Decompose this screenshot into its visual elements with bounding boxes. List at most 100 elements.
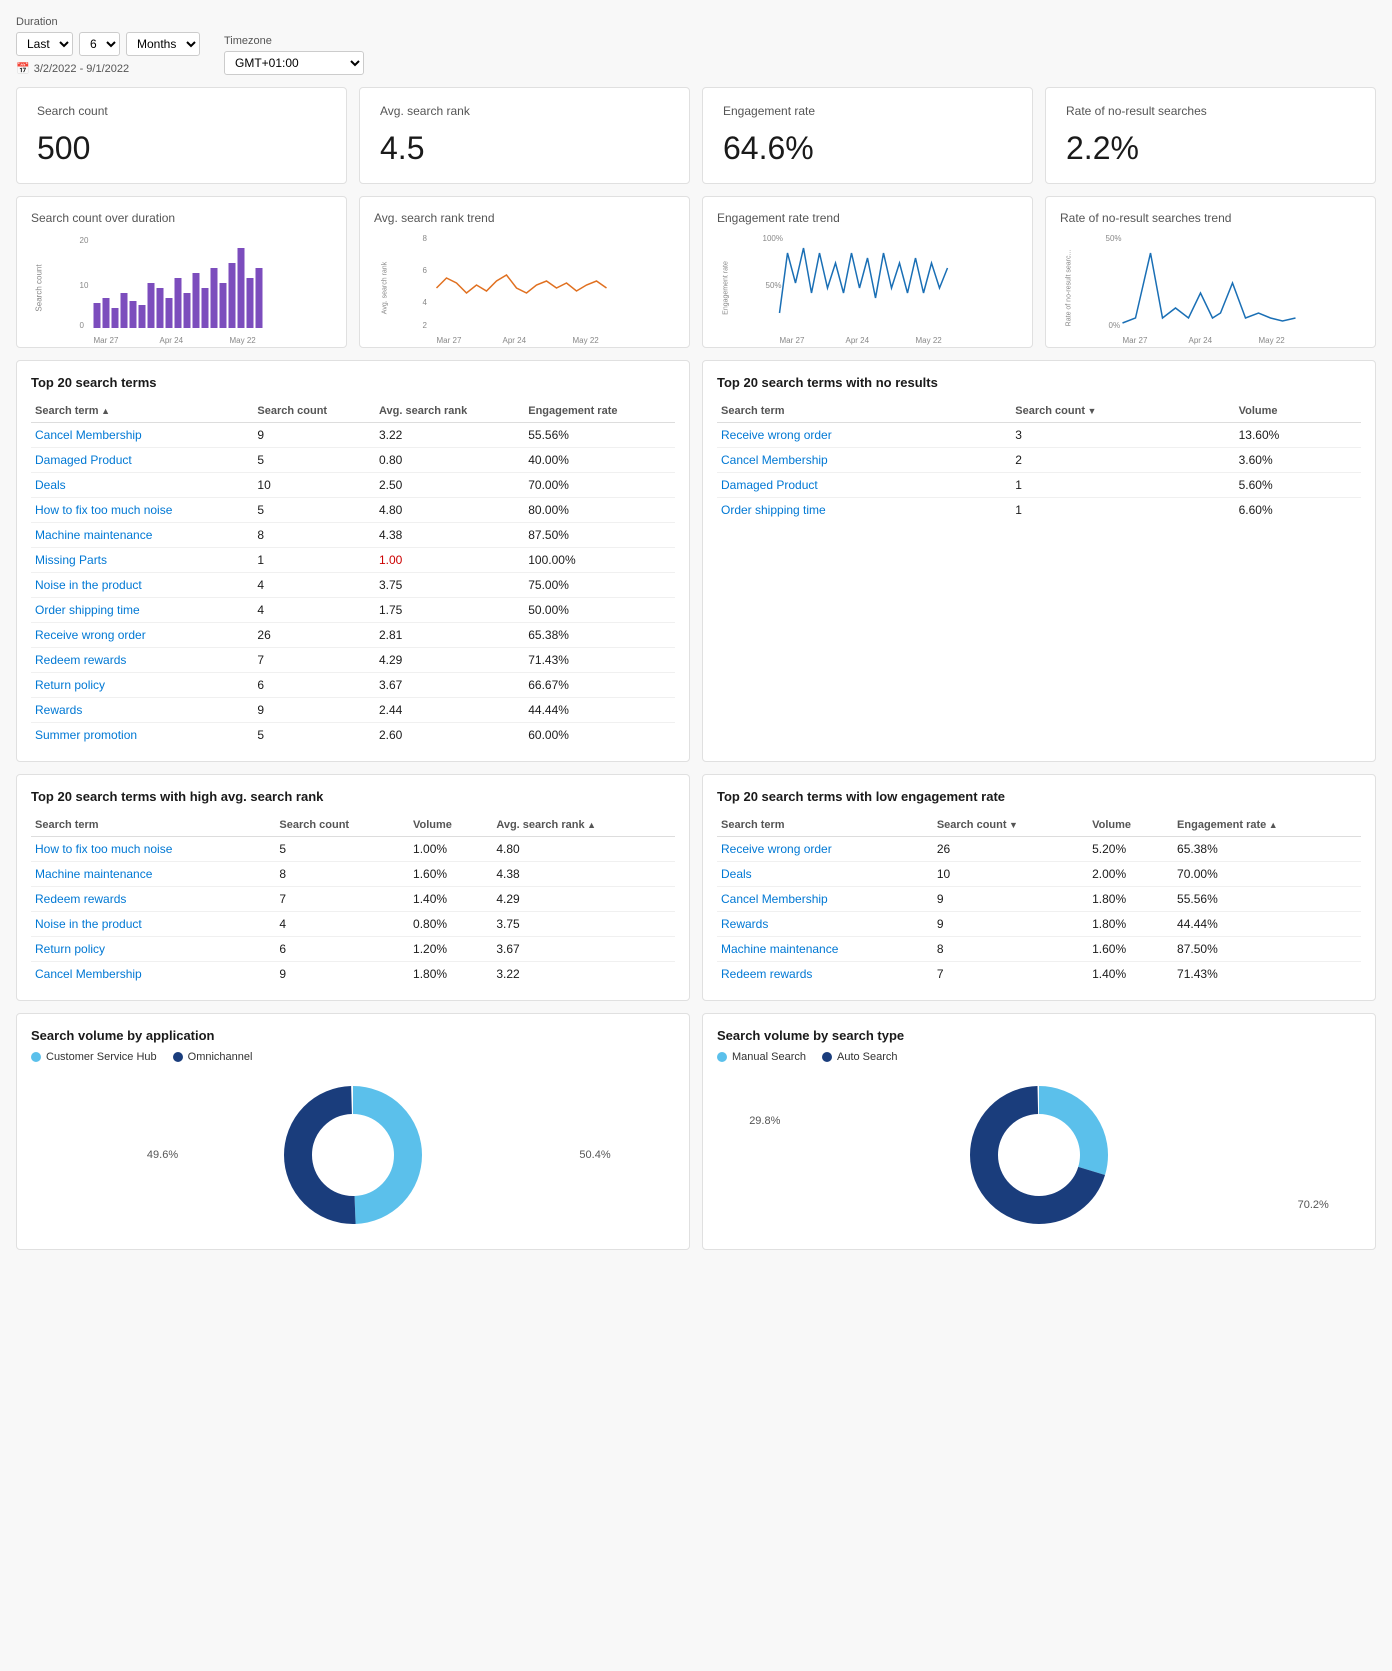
- duration-filter-group: Duration Last 6 Months 📅 3/2/2022 - 9/1/…: [16, 16, 200, 75]
- legend-item-auto: Auto Search: [822, 1051, 898, 1063]
- rank-cell: 3.22: [492, 962, 675, 987]
- volume-cell: 1.60%: [409, 862, 492, 887]
- table-row: Receive wrong order 26 2.81 65.38%: [31, 623, 675, 648]
- col-engagement[interactable]: Engagement rate: [524, 400, 675, 423]
- engagement-cell: 71.43%: [1173, 962, 1361, 987]
- col-avg-rank[interactable]: Avg. search rank: [492, 814, 675, 837]
- term-cell[interactable]: Summer promotion: [31, 723, 253, 748]
- top20-terms-card: Top 20 search terms Search term Search c…: [16, 360, 690, 762]
- metric-card-search-count: Search count 500: [16, 87, 347, 184]
- count-cell: 26: [933, 837, 1088, 862]
- rank-cell: 3.75: [375, 573, 524, 598]
- engagement-cell: 70.00%: [1173, 862, 1361, 887]
- count-cell: 5: [253, 448, 375, 473]
- rank-cell: 3.22: [375, 423, 524, 448]
- term-cell[interactable]: Cancel Membership: [717, 448, 1011, 473]
- high-rank-scroll[interactable]: Search term Search count Volume Avg. sea…: [31, 814, 675, 986]
- filter-bar: Duration Last 6 Months 📅 3/2/2022 - 9/1/…: [16, 16, 1376, 75]
- term-cell[interactable]: Machine maintenance: [31, 862, 275, 887]
- term-cell[interactable]: Receive wrong order: [717, 837, 933, 862]
- chart-title-search-count: Search count over duration: [31, 211, 332, 225]
- term-cell[interactable]: Noise in the product: [31, 912, 275, 937]
- period-value-select[interactable]: 6: [79, 32, 120, 56]
- term-cell[interactable]: Missing Parts: [31, 548, 253, 573]
- table-row: Deals 10 2.00% 70.00%: [717, 862, 1361, 887]
- table-row: Redeem rewards 7 1.40% 71.43%: [717, 962, 1361, 987]
- term-cell[interactable]: Deals: [717, 862, 933, 887]
- term-cell[interactable]: Order shipping time: [31, 598, 253, 623]
- table-row: Damaged Product 5 0.80 40.00%: [31, 448, 675, 473]
- table-row: Cancel Membership 2 3.60%: [717, 448, 1361, 473]
- period-type-select[interactable]: Last: [16, 32, 73, 56]
- engagement-cell: 55.56%: [1173, 887, 1361, 912]
- term-cell[interactable]: How to fix too much noise: [31, 837, 275, 862]
- term-cell[interactable]: Redeem rewards: [31, 648, 253, 673]
- volume-cell: 13.60%: [1235, 423, 1361, 448]
- rank-cell: 3.75: [492, 912, 675, 937]
- term-cell[interactable]: Damaged Product: [717, 473, 1011, 498]
- table-row: How to fix too much noise 5 1.00% 4.80: [31, 837, 675, 862]
- term-cell[interactable]: Rewards: [31, 698, 253, 723]
- volume-cell: 0.80%: [409, 912, 492, 937]
- term-cell[interactable]: Receive wrong order: [31, 623, 253, 648]
- charts-row: Search count over duration Search count …: [16, 196, 1376, 348]
- col-search-term[interactable]: Search term: [31, 400, 253, 423]
- count-cell: 10: [933, 862, 1088, 887]
- legend-item-omni: Omnichannel: [173, 1051, 253, 1063]
- term-cell[interactable]: Return policy: [31, 673, 253, 698]
- timezone-row: GMT+01:00: [224, 51, 364, 75]
- term-cell[interactable]: How to fix too much noise: [31, 498, 253, 523]
- term-cell[interactable]: Redeem rewards: [717, 962, 933, 987]
- period-unit-select[interactable]: Months: [126, 32, 200, 56]
- term-cell[interactable]: Redeem rewards: [31, 887, 275, 912]
- col-search-count[interactable]: Search count: [275, 814, 409, 837]
- table-row: Cancel Membership 9 1.80% 3.22: [31, 962, 675, 987]
- col-engagement[interactable]: Engagement rate: [1173, 814, 1361, 837]
- term-cell[interactable]: Cancel Membership: [31, 423, 253, 448]
- svg-text:Search count: Search count: [35, 264, 44, 312]
- col-volume[interactable]: Volume: [409, 814, 492, 837]
- col-avg-rank[interactable]: Avg. search rank: [375, 400, 524, 423]
- low-engagement-scroll[interactable]: Search term Search count Volume Engageme…: [717, 814, 1361, 986]
- pie-label-manual: 29.8%: [749, 1115, 780, 1127]
- col-search-count[interactable]: Search count: [253, 400, 375, 423]
- duration-row: Last 6 Months: [16, 32, 200, 56]
- metrics-row: Search count 500 Avg. search rank 4.5 En…: [16, 87, 1376, 184]
- col-search-term[interactable]: Search term: [717, 400, 1011, 423]
- term-cell[interactable]: Damaged Product: [31, 448, 253, 473]
- term-cell[interactable]: Receive wrong order: [717, 423, 1011, 448]
- rank-cell: 4.38: [492, 862, 675, 887]
- engagement-cell: 44.44%: [1173, 912, 1361, 937]
- svg-text:Mar 27: Mar 27: [437, 336, 462, 345]
- count-cell: 7: [933, 962, 1088, 987]
- engagement-cell: 75.00%: [524, 573, 675, 598]
- svg-text:100%: 100%: [763, 234, 783, 243]
- volume-cell: 6.60%: [1235, 498, 1361, 523]
- count-cell: 5: [253, 498, 375, 523]
- timezone-select[interactable]: GMT+01:00: [224, 51, 364, 75]
- table-row: Damaged Product 1 5.60%: [717, 473, 1361, 498]
- term-cell[interactable]: Machine maintenance: [31, 523, 253, 548]
- table-row: Noise in the product 4 0.80% 3.75: [31, 912, 675, 937]
- col-search-count[interactable]: Search count: [1011, 400, 1234, 423]
- col-volume[interactable]: Volume: [1235, 400, 1361, 423]
- volume-cell: 1.60%: [1088, 937, 1173, 962]
- term-cell[interactable]: Return policy: [31, 937, 275, 962]
- engagement-cell: 55.56%: [524, 423, 675, 448]
- term-cell[interactable]: Rewards: [717, 912, 933, 937]
- volume-cell: 5.60%: [1235, 473, 1361, 498]
- term-cell[interactable]: Order shipping time: [717, 498, 1011, 523]
- term-cell[interactable]: Cancel Membership: [31, 962, 275, 987]
- col-search-term[interactable]: Search term: [717, 814, 933, 837]
- term-cell[interactable]: Noise in the product: [31, 573, 253, 598]
- rank-cell: 0.80: [375, 448, 524, 473]
- col-search-term[interactable]: Search term: [31, 814, 275, 837]
- table-header-row: Search term Search count Volume Avg. sea…: [31, 814, 675, 837]
- chart-area-avg-rank: 8 6 4 2 Avg. search rank Mar 27 Apr 24 M…: [374, 233, 675, 333]
- term-cell[interactable]: Machine maintenance: [717, 937, 933, 962]
- term-cell[interactable]: Deals: [31, 473, 253, 498]
- col-search-count[interactable]: Search count: [933, 814, 1088, 837]
- table-row: Rewards 9 1.80% 44.44%: [717, 912, 1361, 937]
- col-volume[interactable]: Volume: [1088, 814, 1173, 837]
- term-cell[interactable]: Cancel Membership: [717, 887, 933, 912]
